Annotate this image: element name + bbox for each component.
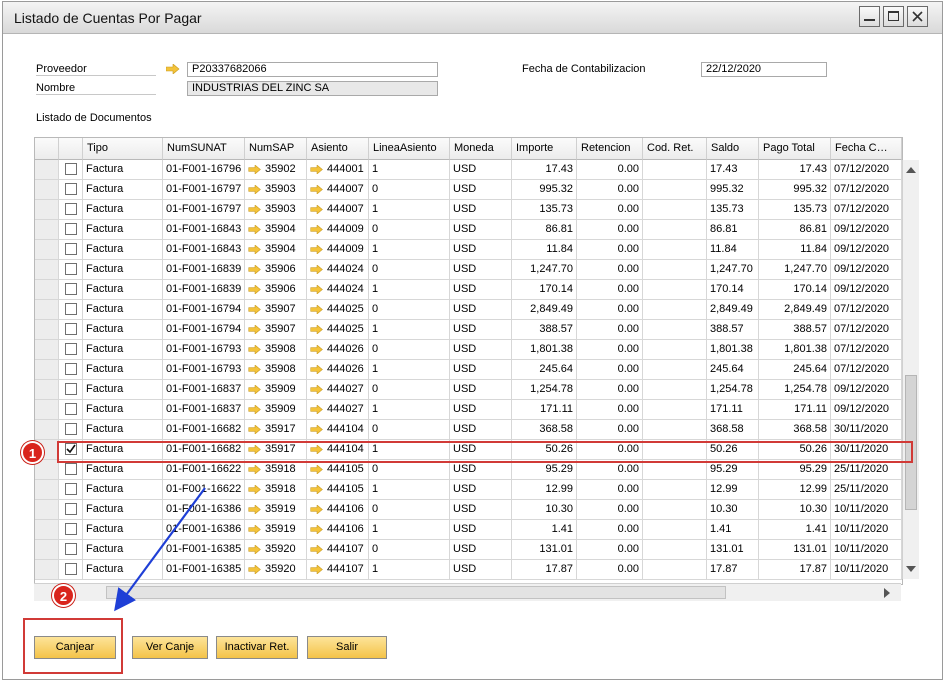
pointer-arrow-icon [114, 487, 206, 612]
